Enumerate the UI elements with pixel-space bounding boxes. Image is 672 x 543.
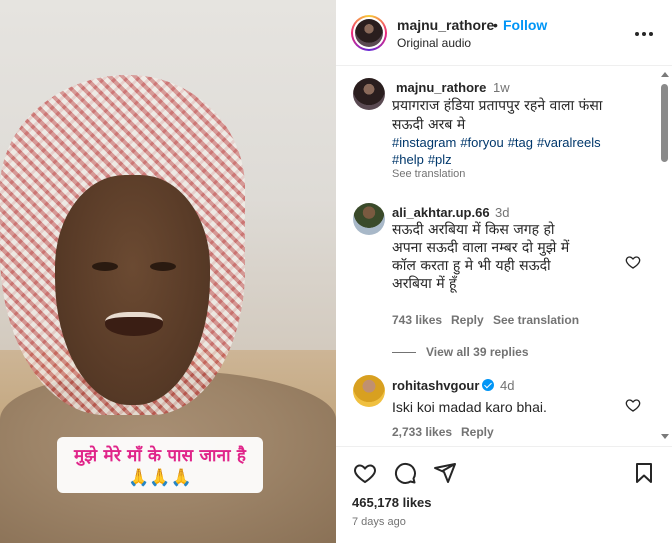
post-likes-count[interactable]: 465,178 likes <box>352 495 432 510</box>
hashtag-link[interactable]: #varalreels <box>537 135 601 150</box>
commenter-avatar[interactable] <box>353 375 385 407</box>
caption-text-line2: सऊदी अरब मे <box>392 117 466 133</box>
comment-text-line: सऊदी अरबिया में किस जगह हो <box>392 222 555 238</box>
view-replies-label: View all 39 replies <box>426 345 529 359</box>
hashtag-link[interactable]: #foryou <box>460 135 503 150</box>
caption-see-translation[interactable]: See translation <box>392 168 465 180</box>
post-actions: 465,178 likes 7 days ago <box>336 446 672 543</box>
comment-text: Iski koi madad karo bhai. <box>392 399 547 415</box>
author-username[interactable]: majnu_rathore <box>397 17 494 33</box>
comment-timestamp[interactable]: 3d <box>495 205 509 220</box>
video-person-mouth <box>105 312 163 336</box>
video-person-eye <box>150 262 176 271</box>
video-caption-emojis: 🙏🙏🙏 <box>128 467 192 487</box>
hashtag-link[interactable]: #instagram <box>392 135 456 150</box>
post-timestamp[interactable]: 7 days ago <box>352 516 406 528</box>
comment-timestamp[interactable]: 4d <box>500 378 514 393</box>
bookmark-icon[interactable] <box>632 461 656 485</box>
reel-video[interactable]: मुझे मेरे माँ के पास जाना है 🙏🙏🙏 <box>0 0 336 543</box>
comment-like-heart-icon[interactable] <box>625 254 641 270</box>
caption-text-line1: प्रयागराज हंडिया प्रतापपुर रहने वाला फंस… <box>392 98 603 114</box>
post-details-panel: majnu_rathore • Follow Original audio ma… <box>336 0 672 543</box>
caption-author-username[interactable]: majnu_rathore <box>396 80 486 95</box>
comment-reply-button[interactable]: Reply <box>461 425 494 439</box>
caption-timestamp[interactable]: 1w <box>493 80 510 95</box>
video-caption-overlay: मुझे मेरे माँ के पास जाना है 🙏🙏🙏 <box>57 437 263 493</box>
scrollbar-thumb[interactable] <box>661 84 668 162</box>
comment-likes-count[interactable]: 743 likes <box>392 313 442 327</box>
comment-reply-button[interactable]: Reply <box>451 313 484 327</box>
video-person-eye <box>92 262 118 271</box>
comment-icon[interactable] <box>393 461 417 485</box>
hashtag-link[interactable]: #help <box>392 152 424 167</box>
more-options-icon[interactable] <box>634 24 654 44</box>
comments-scrollbar[interactable] <box>659 70 671 442</box>
comment-like-heart-icon[interactable] <box>625 397 641 413</box>
share-icon[interactable] <box>433 461 457 485</box>
comment-text-line: अरबिया में हूँ <box>392 276 457 292</box>
video-caption-text: मुझे मेरे माँ के पास जाना है <box>73 445 247 466</box>
view-replies-button[interactable]: View all 39 replies <box>392 345 529 359</box>
commenter-username[interactable]: rohitashvgour <box>392 378 495 393</box>
view-replies-divider <box>392 351 416 353</box>
comments-list: majnu_rathore 1w प्रयागराज हंडिया प्रताप… <box>336 67 672 445</box>
comment-see-translation[interactable]: See translation <box>493 313 579 327</box>
commenter-username[interactable]: ali_akhtar.up.66 <box>392 205 490 220</box>
comment-text-line: अपना सऊदी वाला नम्बर दो मुझे में <box>392 240 570 256</box>
caption-hashtags: #instagram #foryou #tag #varalreels #help #p… <box>392 134 652 168</box>
hashtag-link[interactable]: #tag <box>508 135 533 150</box>
audio-link[interactable]: Original audio <box>397 36 471 50</box>
hashtag-link[interactable]: #plz <box>428 152 452 167</box>
post-header: majnu_rathore • Follow Original audio <box>336 0 672 66</box>
heart-icon[interactable] <box>353 461 377 485</box>
header-separator: • <box>493 17 498 33</box>
caption-author-avatar[interactable] <box>353 78 385 110</box>
comment-text-line: कॉल करता हु मे भी यही सऊदी <box>392 258 551 274</box>
scroll-down-arrow-icon[interactable] <box>661 434 669 439</box>
follow-button[interactable]: Follow <box>503 17 547 33</box>
verified-badge-icon <box>482 379 495 391</box>
comment-likes-count[interactable]: 2,733 likes <box>392 425 452 439</box>
author-avatar[interactable] <box>351 15 387 51</box>
scroll-up-arrow-icon[interactable] <box>661 72 669 77</box>
commenter-avatar[interactable] <box>353 203 385 235</box>
